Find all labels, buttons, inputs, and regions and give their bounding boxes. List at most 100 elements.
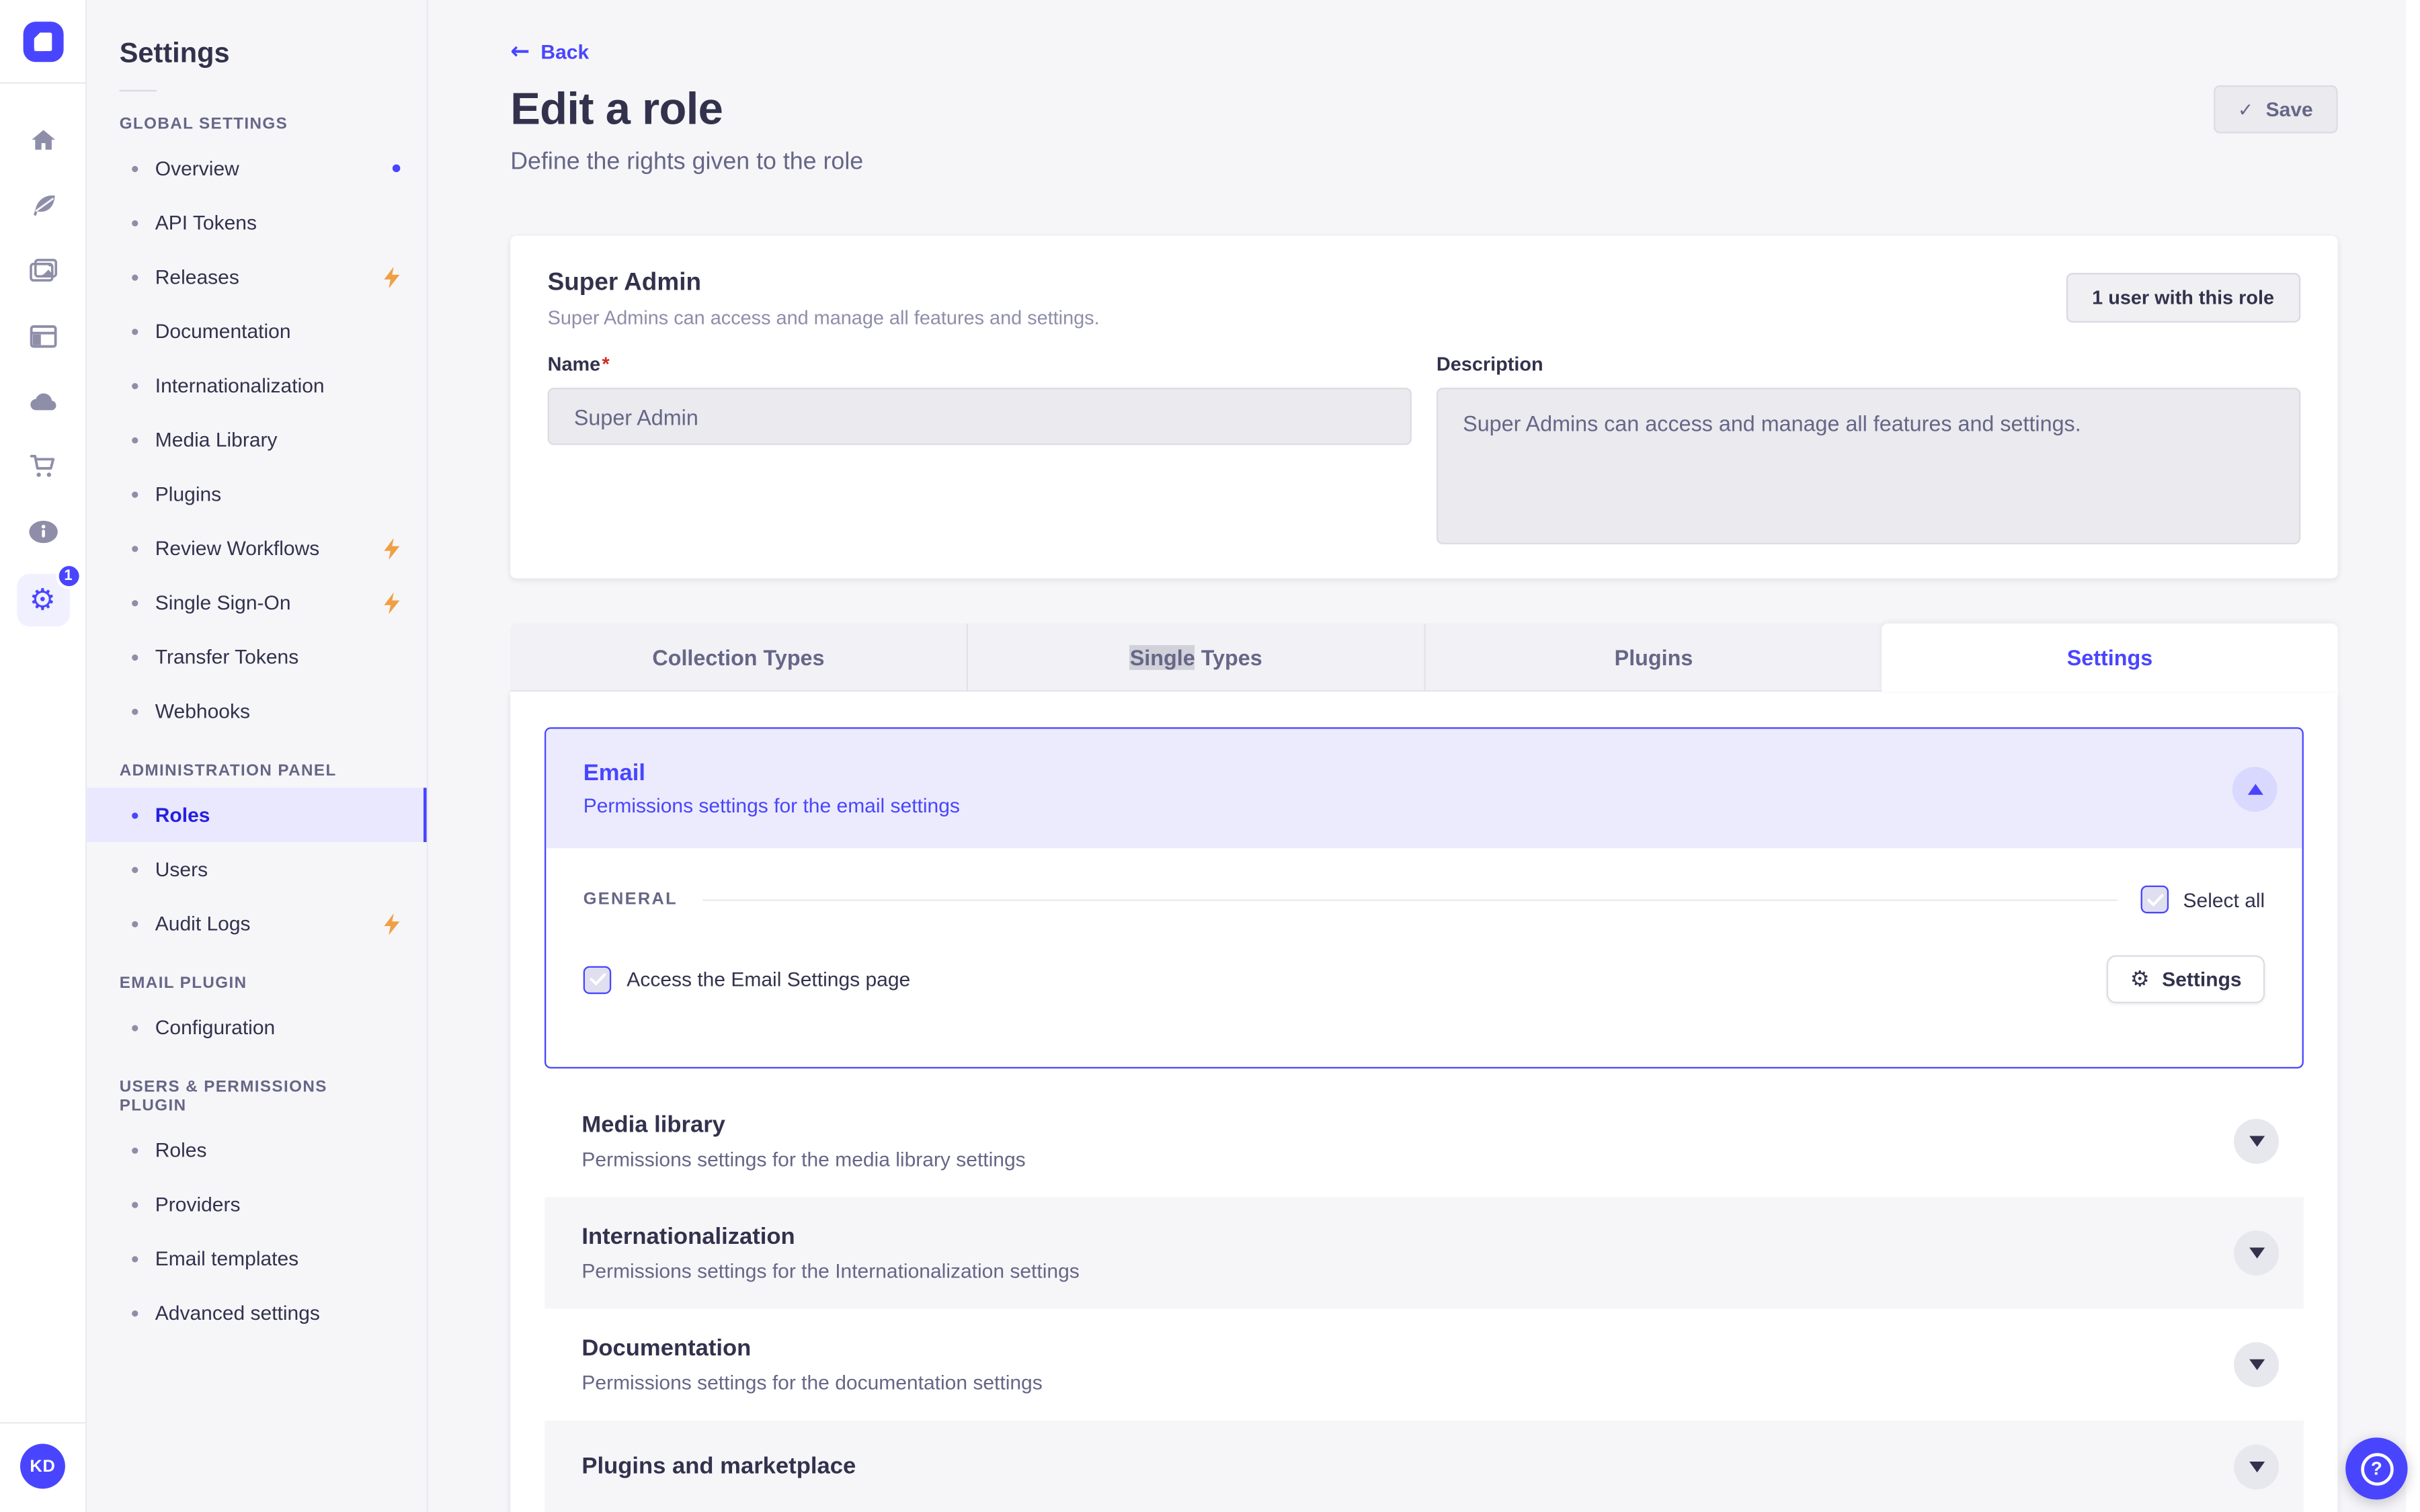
sidebar-item-single-sign-on[interactable]: Single Sign-On — [85, 575, 427, 630]
subnav-section-header: GLOBAL SETTINGS — [119, 114, 288, 134]
info-icon[interactable] — [24, 513, 61, 550]
required-asterisk: * — [602, 353, 610, 376]
question-mark-icon: ? — [2360, 1452, 2393, 1485]
chevron-down-icon — [2248, 1136, 2265, 1147]
media-library-icon[interactable] — [24, 253, 61, 290]
tab-single-types[interactable]: Single Types — [966, 623, 1424, 690]
expand-button[interactable] — [2234, 1118, 2279, 1164]
email-accordion-body: GENERAL Select all Access the Email Sett… — [546, 848, 2302, 1066]
sidebar-item-label: Webhooks — [155, 699, 250, 723]
permission-settings-label: Settings — [2162, 967, 2242, 991]
settings-badge: 1 — [54, 562, 82, 589]
sidebar-item-label: Email templates — [155, 1247, 299, 1270]
sidebar-item-label: Documentation — [155, 319, 291, 343]
accordion-row-documentation[interactable]: Documentation Permissions settings for t… — [544, 1308, 2304, 1421]
permission-label: Access the Email Settings page — [627, 967, 911, 991]
sidebar-item-label: Roles — [155, 1138, 207, 1162]
save-button[interactable]: ✓ Save — [2213, 85, 2338, 134]
expand-button[interactable] — [2234, 1230, 2279, 1276]
general-section-label: GENERAL — [583, 890, 678, 909]
accordion-row-subtitle: Permissions settings for the media libra… — [581, 1147, 1026, 1171]
page-subtitle: Define the rights given to the role — [510, 149, 864, 175]
main-nav-rail: ⚙ 1 KD — [0, 0, 87, 1512]
sidebar-item-plugins[interactable]: Plugins — [85, 467, 427, 521]
gear-icon: ⚙ — [2130, 966, 2150, 992]
sidebar-item-roles[interactable]: Roles — [85, 788, 427, 843]
settings-icon[interactable]: ⚙ 1 — [16, 562, 82, 627]
permission-checkbox[interactable] — [583, 965, 612, 994]
strapi-logo-mark-shade — [33, 42, 43, 52]
sidebar-item-label: Configuration — [155, 1015, 276, 1040]
sidebar-item-audit-logs[interactable]: Audit Logs — [85, 896, 427, 951]
expand-button[interactable] — [2234, 1342, 2279, 1388]
chevron-down-icon — [2248, 1359, 2265, 1370]
email-accordion-title: Email — [583, 759, 646, 786]
user-avatar[interactable]: KD — [19, 1443, 65, 1489]
sidebar-item-releases[interactable]: Releases — [85, 250, 427, 304]
tab-settings[interactable]: Settings — [1882, 623, 2338, 692]
description-field-label: Description — [1436, 353, 1543, 376]
lightning-bolt-icon — [383, 265, 400, 288]
sidebar-item-internationalization[interactable]: Internationalization — [85, 358, 427, 413]
chevron-down-icon — [2248, 1247, 2265, 1259]
users-with-role-button[interactable]: 1 user with this role — [2065, 273, 2301, 323]
sidebar-item-api-tokens[interactable]: API Tokens — [85, 196, 427, 250]
email-accordion-subtitle: Permissions settings for the email setti… — [583, 794, 960, 818]
bullet-icon — [132, 436, 138, 443]
bullet-icon — [132, 653, 138, 660]
accordion-row-plugins-and-marketplace[interactable]: Plugins and marketplace — [544, 1420, 2304, 1512]
tab-collection-types[interactable]: Collection Types — [510, 624, 966, 690]
sidebar-item-configuration[interactable]: Configuration — [85, 1000, 427, 1054]
help-button[interactable]: ? — [2345, 1437, 2408, 1500]
back-link[interactable]: ← Back — [510, 40, 589, 64]
email-accordion-header[interactable]: Email Permissions settings for the email… — [546, 728, 2302, 849]
home-icon[interactable] — [24, 122, 61, 159]
sidebar-item-label: Users — [155, 857, 208, 881]
subnav-section-header: EMAIL PLUGIN — [119, 974, 247, 993]
description-textarea[interactable]: Super Admins can access and manage all f… — [1436, 387, 2301, 544]
bullet-icon — [132, 545, 138, 552]
sidebar-item-review-workflows[interactable]: Review Workflows — [85, 521, 427, 575]
tab-plugins[interactable]: Plugins — [1424, 623, 1882, 690]
permission-settings-button[interactable]: ⚙ Settings — [2107, 955, 2265, 1004]
expand-button[interactable] — [2234, 1443, 2279, 1489]
name-input[interactable]: Super Admin — [547, 387, 1412, 446]
page-scrollbar[interactable] — [2406, 0, 2420, 1512]
name-field-label: Name * — [547, 353, 610, 376]
bullet-icon — [132, 866, 138, 873]
sidebar-item-documentation[interactable]: Documentation — [85, 304, 427, 358]
sidebar-item-overview[interactable]: Overview — [85, 141, 427, 196]
accordion-row-title: Plugins and marketplace — [581, 1453, 856, 1480]
lightning-bolt-icon — [383, 591, 400, 614]
accordion-row-internationalization[interactable]: Internationalization Permissions setting… — [544, 1197, 2304, 1309]
sidebar-item-label: Advanced settings — [155, 1301, 320, 1325]
sidebar-item-label: Media Library — [155, 427, 278, 452]
permissions-tabs-container: Collection Types Single Types Plugins Se… — [510, 623, 2338, 1512]
accordion-row-media-library[interactable]: Media library Permissions settings for t… — [544, 1085, 2304, 1198]
accordion-row-subtitle: Permissions settings for the Internation… — [581, 1259, 1080, 1283]
sidebar-item-label: Providers — [155, 1192, 241, 1216]
sidebar-item-advanced-settings[interactable]: Advanced settings — [85, 1286, 427, 1340]
select-all-checkbox[interactable] — [2141, 885, 2169, 914]
sidebar-item-roles[interactable]: Roles — [85, 1123, 427, 1177]
accordion-row-title: Media library — [581, 1111, 725, 1138]
marketplace-cart-icon[interactable] — [24, 448, 61, 485]
bullet-icon — [132, 328, 138, 335]
bullet-icon — [132, 1146, 138, 1153]
content-type-builder-icon[interactable] — [24, 187, 61, 224]
content-manager-icon[interactable] — [24, 318, 61, 355]
subnav-section-header: USERS & PERMISSIONS PLUGIN — [119, 1077, 327, 1116]
subnav-title: Settings — [119, 37, 230, 69]
sidebar-item-providers[interactable]: Providers — [85, 1177, 427, 1232]
cloud-icon[interactable] — [24, 383, 61, 420]
sidebar-item-label: Plugins — [155, 482, 222, 506]
sidebar-item-email-templates[interactable]: Email templates — [85, 1231, 427, 1286]
sidebar-item-media-library[interactable]: Media Library — [85, 413, 427, 467]
strapi-logo[interactable] — [22, 22, 63, 62]
bullet-icon — [132, 1309, 138, 1316]
check-icon: ✓ — [2237, 98, 2254, 120]
sidebar-item-users[interactable]: Users — [85, 842, 427, 896]
collapse-button[interactable] — [2232, 765, 2277, 811]
sidebar-item-webhooks[interactable]: Webhooks — [85, 684, 427, 739]
sidebar-item-transfer-tokens[interactable]: Transfer Tokens — [85, 630, 427, 684]
